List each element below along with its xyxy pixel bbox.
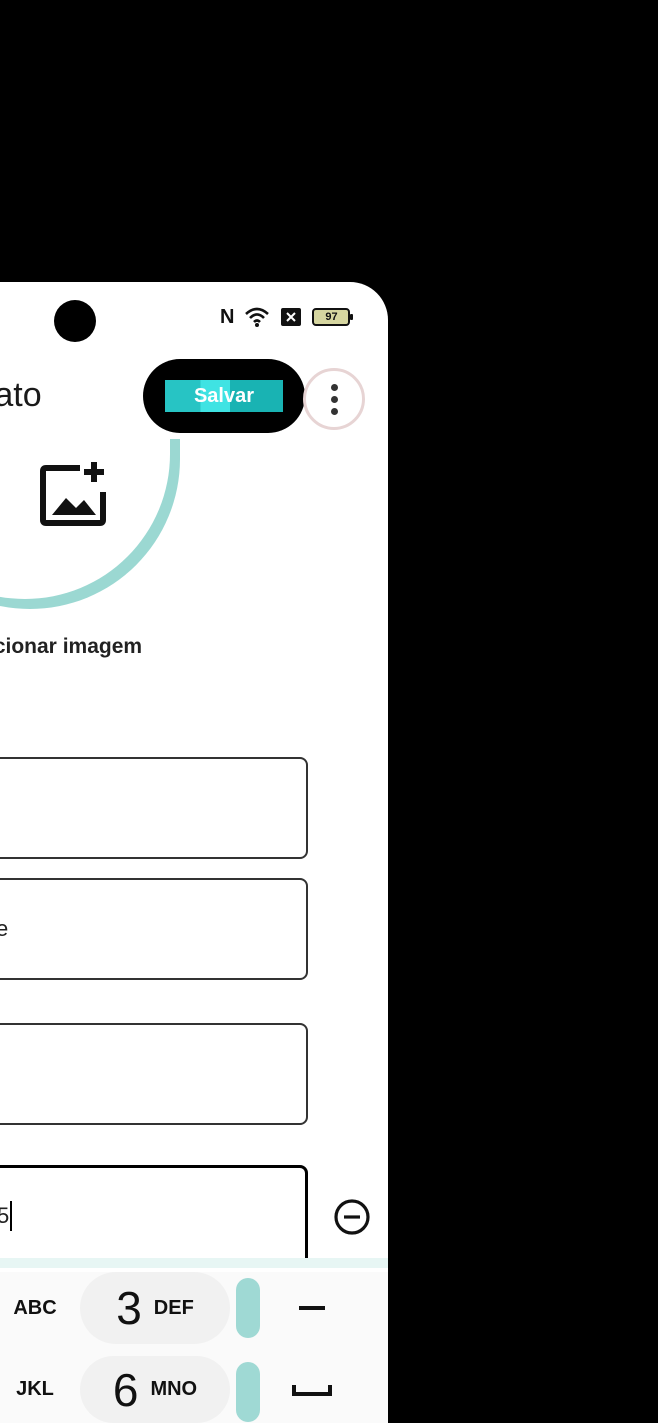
- more-options-button[interactable]: [303, 368, 365, 430]
- save-button-label: Salvar: [165, 380, 283, 412]
- key-space[interactable]: [272, 1356, 352, 1423]
- text-cursor: [10, 1201, 13, 1231]
- wifi-icon: [245, 307, 270, 327]
- last-name-field[interactable]: e: [0, 878, 308, 980]
- page-title: ntato: [0, 376, 42, 414]
- space-icon: [292, 1384, 332, 1396]
- status-bar: N 97: [0, 282, 388, 356]
- company-field[interactable]: [0, 1023, 308, 1125]
- battery-indicator: 97: [312, 308, 354, 326]
- key-6[interactable]: 6 MNO: [80, 1356, 230, 1423]
- key-2-abc[interactable]: ABC: [0, 1272, 70, 1344]
- more-vertical-icon: [330, 383, 338, 415]
- key-5-jkl[interactable]: JKL: [0, 1356, 70, 1423]
- front-camera: [54, 300, 96, 342]
- remove-field-icon[interactable]: [332, 1197, 372, 1237]
- key-3[interactable]: 3 DEF: [80, 1272, 230, 1344]
- phone-screen: N 97 ntato Salvar icionar ima: [0, 282, 388, 1423]
- last-name-value: e: [0, 916, 9, 941]
- nfc-icon: N: [220, 306, 235, 328]
- minus-icon: [299, 1306, 325, 1310]
- sim-icon: [281, 308, 302, 326]
- status-icons: N 97: [220, 306, 354, 328]
- numeric-keyboard: ABC 3 DEF JKL 6 MNO: [0, 1258, 388, 1423]
- key-minus[interactable]: [272, 1272, 352, 1344]
- save-button[interactable]: Salvar: [143, 359, 305, 433]
- first-name-field[interactable]: [0, 757, 308, 859]
- phone-field[interactable]: 5: [0, 1165, 308, 1267]
- add-image-icon[interactable]: [40, 460, 110, 530]
- phone-value: 5: [0, 1203, 10, 1228]
- add-image-label[interactable]: icionar imagem: [0, 635, 142, 659]
